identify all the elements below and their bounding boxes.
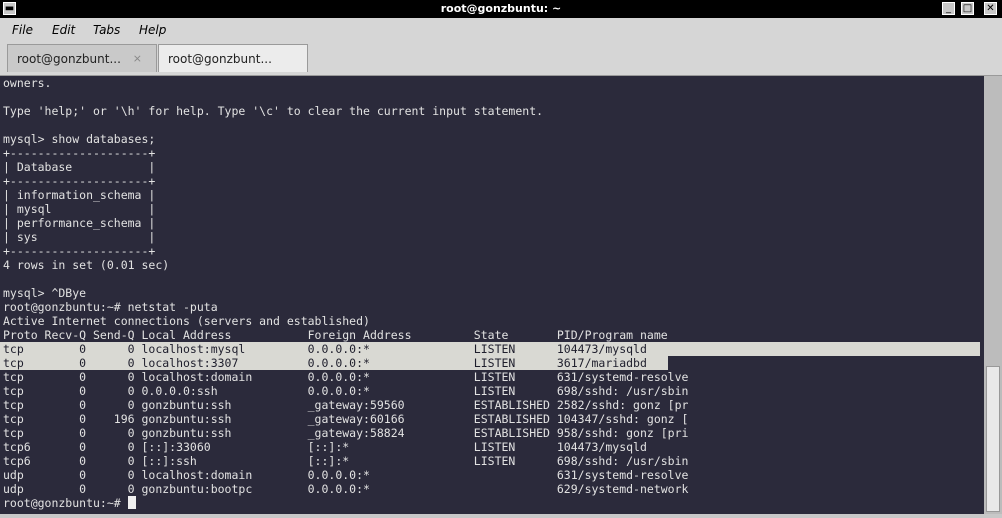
tab-label: root@gonzbunt... (168, 52, 272, 66)
window-title: root@gonzbuntu: ~ (440, 2, 562, 15)
tab-terminal-2[interactable]: root@gonzbunt... (158, 44, 308, 72)
terminal-line-selected: tcp 0 0 localhost:3307 0.0.0.0:* LISTEN … (0, 356, 668, 370)
scrollbar-thumb[interactable] (986, 366, 1000, 512)
terminal-line: udp 0 0 localhost:domain 0.0.0.0:* 631/s… (3, 468, 689, 482)
shell-prompt: root@gonzbuntu:~# (3, 496, 128, 510)
menu-bar: File Edit Tabs Help (0, 18, 1002, 42)
terminal-line: Active Internet connections (servers and… (3, 314, 370, 328)
menu-file[interactable]: File (12, 18, 33, 42)
terminal-line: tcp 0 0 gonzbuntu:ssh _gateway:59560 EST… (3, 398, 689, 412)
terminal-line: | Database | (3, 160, 156, 174)
terminal-line: tcp 0 0 localhost:domain 0.0.0.0:* LISTE… (3, 370, 689, 384)
terminal-line: mysql> ^DBye (3, 286, 87, 300)
tab-bar: root@gonzbunt... ⨯ root@gonzbunt... (0, 42, 1002, 76)
terminal-line: tcp 0 0 0.0.0.0:ssh 0.0.0.0:* LISTEN 698… (3, 384, 689, 398)
terminal-line: owners. (3, 76, 52, 90)
terminal-line: tcp 0 196 gonzbuntu:ssh _gateway:60166 E… (3, 412, 689, 426)
terminal-output[interactable]: owners. Type 'help;' or '\h' for help. T… (0, 76, 984, 514)
terminal-line: tcp6 0 0 [::]:33060 [::]:* LISTEN 104473… (3, 440, 647, 454)
minimize-icon[interactable]: _ (942, 2, 955, 15)
terminal-line: | sys | (3, 230, 156, 244)
terminal-line: tcp6 0 0 [::]:ssh [::]:* LISTEN 698/sshd… (3, 454, 689, 468)
terminal-scrollbar[interactable] (984, 76, 1002, 514)
window-bottom-border (0, 514, 1002, 518)
close-icon[interactable]: ✕ (984, 2, 997, 15)
text-cursor (127, 496, 136, 509)
terminal-line: | information_schema | (3, 188, 156, 202)
tab-close-icon[interactable]: ⨯ (133, 45, 142, 73)
terminal-line: 4 rows in set (0.01 sec) (3, 258, 170, 272)
menu-help[interactable]: Help (139, 18, 166, 42)
terminal-line-selected: tcp 0 0 localhost:mysql 0.0.0.0:* LISTEN… (0, 342, 980, 356)
terminal-line: tcp 0 0 gonzbuntu:ssh _gateway:58824 EST… (3, 426, 689, 440)
terminal-line: root@gonzbuntu:~# netstat -puta (3, 300, 218, 314)
tab-label: root@gonzbunt... (17, 52, 121, 66)
terminal-line: Type 'help;' or '\h' for help. Type '\c'… (3, 104, 544, 118)
terminal-line: +--------------------+ (3, 174, 156, 188)
terminal-line: mysql> show databases; (3, 132, 156, 146)
tab-terminal-1[interactable]: root@gonzbunt... ⨯ (7, 44, 157, 72)
terminal-line: Proto Recv-Q Send-Q Local Address Foreig… (3, 328, 668, 342)
title-bar: ▬ root@gonzbuntu: ~ _ □ ✕ (0, 0, 1002, 18)
menu-edit[interactable]: Edit (52, 18, 75, 42)
maximize-icon[interactable]: □ (961, 2, 974, 15)
terminal-line: +--------------------+ (3, 244, 156, 258)
menu-tabs[interactable]: Tabs (93, 18, 120, 42)
terminal-line: udp 0 0 gonzbuntu:bootpc 0.0.0.0:* 629/s… (3, 482, 689, 496)
terminal-prompt-line[interactable]: root@gonzbuntu:~# (3, 496, 136, 510)
terminal-line: | performance_schema | (3, 216, 156, 230)
terminal-line: | mysql | (3, 202, 156, 216)
terminal-line: +--------------------+ (3, 146, 156, 160)
